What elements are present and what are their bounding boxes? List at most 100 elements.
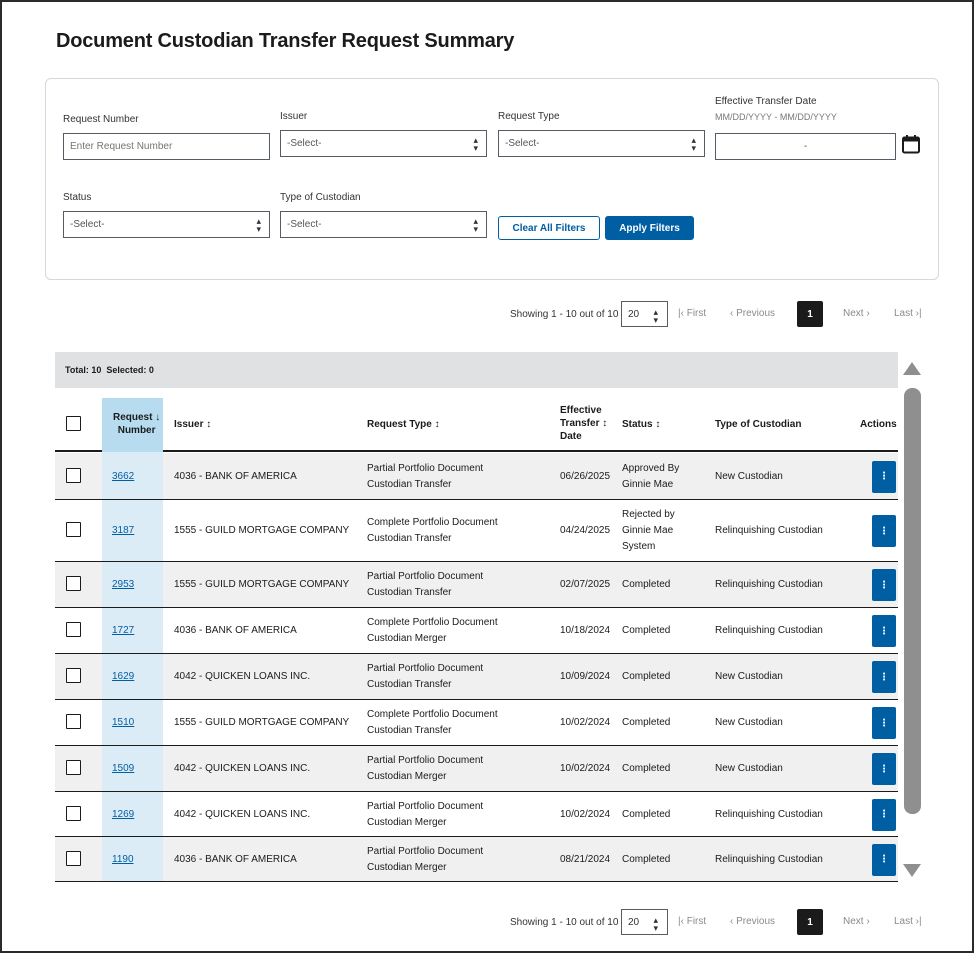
request-type-line: Custodian Transfer — [367, 587, 452, 598]
request-type-cell: Partial Portfolio Document Custodian Tran… — [367, 461, 483, 493]
status-cell: Completed — [622, 761, 670, 777]
status-select[interactable]: -Select- ▴ ▾ — [63, 211, 270, 238]
selected-count: Selected: 0 — [106, 365, 154, 375]
row-checkbox[interactable] — [66, 714, 81, 729]
request-number-link[interactable]: 1510 — [112, 715, 134, 731]
row-actions-button[interactable]: ⋮ — [872, 515, 896, 547]
previous-page-link[interactable]: ‹ Previous — [730, 916, 775, 927]
status-cell: Completed — [622, 715, 670, 731]
previous-page-link[interactable]: ‹ Previous — [730, 308, 775, 319]
last-page-link[interactable]: Last ›| — [894, 308, 922, 319]
custodian-type-cell: Relinquishing Custodian — [715, 853, 823, 865]
status-cell: Completed — [622, 669, 670, 685]
effective-date-cell: 10/18/2024 — [560, 625, 611, 636]
header-request-number-line2: Number — [117, 425, 156, 436]
row-checkbox[interactable] — [66, 805, 81, 821]
request-number-link[interactable]: 1727 — [112, 623, 134, 639]
custodian-type-select[interactable]: -Select- ▴ ▾ — [280, 211, 487, 238]
request-type-select[interactable]: -Select- ▴ ▾ — [498, 130, 705, 157]
apply-filters-button[interactable]: Apply Filters — [605, 216, 694, 240]
calendar-icon[interactable] — [901, 134, 921, 154]
row-actions-button[interactable]: ⋮ — [872, 753, 896, 785]
first-page-link[interactable]: |‹ First — [678, 916, 706, 927]
request-number-link[interactable]: 1509 — [112, 761, 134, 777]
status-cell: Completed — [622, 852, 670, 868]
request-number-link[interactable]: 1629 — [112, 669, 134, 685]
custodian-type-cell: New Custodian — [715, 671, 783, 682]
page-size-select[interactable]: 20 ▴ ▾ — [621, 301, 668, 327]
current-page[interactable]: 1 — [797, 909, 823, 935]
header-request-type[interactable]: Request Type ↕ — [367, 418, 440, 431]
chevron-updown-icon: ▴ ▾ — [256, 216, 261, 234]
request-number-link[interactable]: 1269 — [112, 807, 134, 823]
row-actions-button[interactable]: ⋮ — [872, 798, 896, 831]
scroll-down-icon[interactable] — [902, 862, 922, 878]
table-row: 3662 4036 - BANK OF AMERICA Partial Portfo… — [55, 453, 898, 500]
scrollbar-thumb[interactable] — [904, 388, 921, 814]
header-status[interactable]: Status ↕ — [622, 418, 660, 431]
row-checkbox[interactable] — [66, 850, 81, 866]
page-size-value: 20 — [628, 308, 640, 320]
row-checkbox[interactable] — [66, 760, 81, 775]
header-issuer[interactable]: Issuer ↕ — [174, 418, 211, 431]
request-number-link[interactable]: 1190 — [112, 852, 134, 868]
table-row: 1727 4036 - BANK OF AMERICA Complete Portf… — [55, 608, 898, 654]
effective-date-input[interactable]: - — [715, 133, 896, 160]
status-line: System — [622, 541, 656, 552]
row-actions-button[interactable]: ⋮ — [872, 707, 896, 739]
last-page-link[interactable]: Last ›| — [894, 916, 922, 927]
status-cell: Completed — [622, 623, 670, 639]
request-type-cell: Complete Portfolio Document Custodian Tra… — [367, 707, 498, 739]
request-type-select-value: -Select- — [505, 138, 540, 149]
custodian-type-cell: New Custodian — [715, 763, 783, 774]
request-type-line: Partial Portfolio Document — [367, 663, 484, 674]
table-row: 1629 4042 - QUICKEN LOANS INC. Partial Por… — [55, 654, 898, 700]
chevron-updown-icon: ▴ ▾ — [473, 135, 478, 153]
request-type-line: Partial Portfolio Document — [367, 571, 484, 582]
custodian-type-cell: Relinquishing Custodian — [715, 808, 823, 820]
current-page[interactable]: 1 — [797, 301, 823, 327]
next-page-link[interactable]: Next › — [843, 308, 870, 319]
clear-filters-button[interactable]: Clear All Filters — [498, 216, 600, 240]
scroll-up-icon[interactable] — [902, 361, 922, 377]
request-number-link[interactable]: 3187 — [112, 523, 134, 539]
row-checkbox[interactable] — [66, 622, 81, 637]
issuer-select-value: -Select- — [287, 138, 322, 149]
status-cell: Completed — [622, 807, 670, 823]
page-size-select[interactable]: 20 ▴ ▾ — [621, 909, 668, 935]
row-checkbox[interactable] — [66, 668, 81, 683]
custodian-type-cell: New Custodian — [715, 717, 783, 728]
status-label: Status — [63, 192, 92, 203]
request-type-cell: Complete Portfolio Document Custodian Mer… — [367, 615, 498, 647]
row-actions-button[interactable]: ⋮ — [872, 569, 896, 601]
header-effective-date[interactable]: Effective Transfer ↕ Date — [560, 404, 607, 443]
request-type-line: Complete Portfolio Document — [367, 517, 498, 528]
request-number-input[interactable] — [63, 133, 270, 160]
select-all-checkbox[interactable] — [66, 416, 81, 431]
request-number-link[interactable]: 2953 — [112, 577, 134, 593]
status-select-value: -Select- — [70, 219, 105, 230]
row-actions-button[interactable]: ⋮ — [872, 661, 896, 693]
request-type-line: Custodian Transfer — [367, 679, 452, 690]
pagination-top: Showing 1 - 10 out of 10 20 ▴ ▾ |‹ First … — [510, 301, 930, 327]
header-request-number[interactable]: Request ↓ Number — [113, 411, 160, 437]
row-checkbox[interactable] — [66, 522, 81, 537]
header-date-line1: Effective — [560, 405, 602, 416]
effective-date-label: Effective Transfer Date — [715, 96, 817, 107]
row-actions-button[interactable]: ⋮ — [872, 615, 896, 647]
next-page-link[interactable]: Next › — [843, 916, 870, 927]
effective-date-cell: 10/02/2024 — [560, 763, 611, 774]
row-actions-button[interactable]: ⋮ — [872, 460, 896, 493]
issuer-cell: 4036 - BANK OF AMERICA — [174, 470, 297, 482]
request-number-link[interactable]: 3662 — [112, 469, 134, 485]
issuer-select[interactable]: -Select- ▴ ▾ — [280, 130, 487, 157]
row-checkbox[interactable] — [66, 576, 81, 591]
header-actions: Actions — [860, 419, 897, 430]
first-page-link[interactable]: |‹ First — [678, 308, 706, 319]
row-checkbox[interactable] — [66, 467, 81, 483]
kebab-icon: ⋮ — [879, 717, 889, 729]
row-actions-button[interactable]: ⋮ — [872, 843, 896, 876]
issuer-cell: 4036 - BANK OF AMERICA — [174, 625, 297, 636]
request-type-line: Partial Portfolio Document — [367, 755, 484, 766]
issuer-cell: 4042 - QUICKEN LOANS INC. — [174, 808, 311, 820]
